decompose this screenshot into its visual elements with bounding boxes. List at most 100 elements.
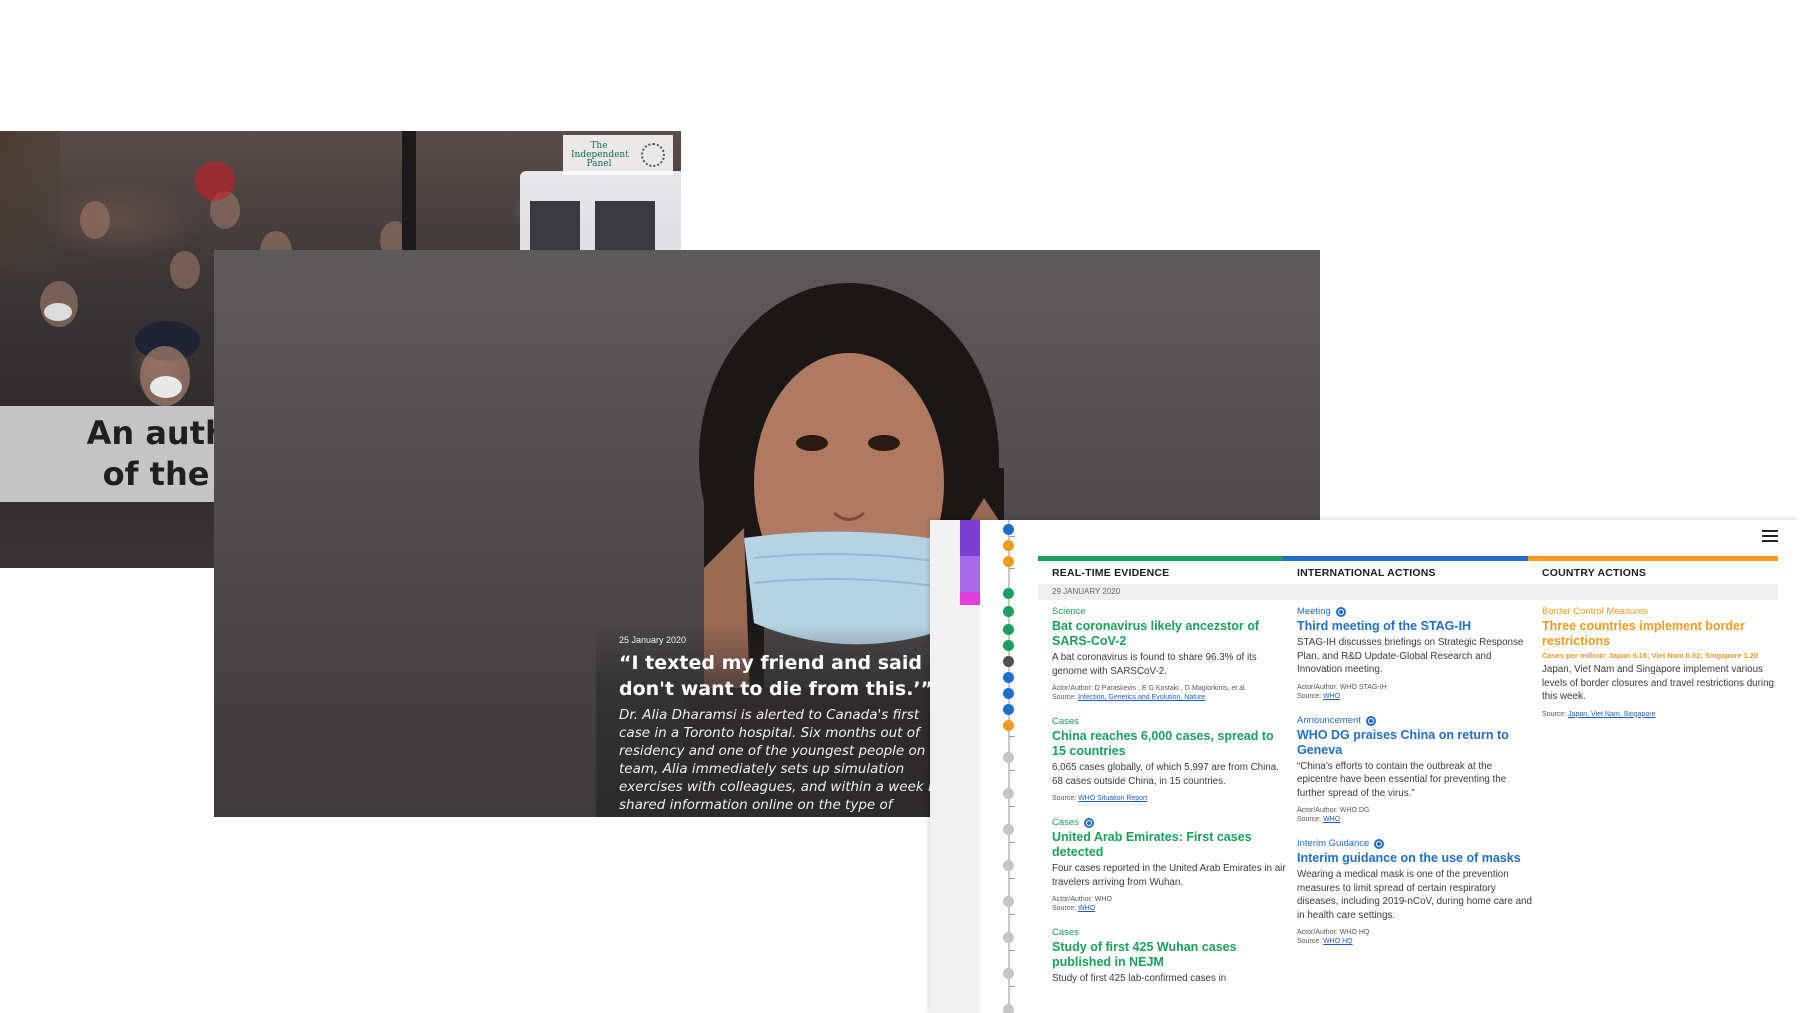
- story-date: 25 January 2020: [619, 635, 687, 645]
- timeline-date-bar: 29 JANUARY 2020: [1038, 584, 1778, 600]
- entry-source: Source: Japan, Viet Nam, Singapore: [1542, 710, 1780, 719]
- timeline-node[interactable]: [1003, 896, 1014, 907]
- entry-meta: Source: Japan, Viet Nam, Singapore: [1542, 710, 1780, 719]
- timeline-node[interactable]: [1003, 640, 1014, 651]
- entry-source-link[interactable]: Japan, Viet Nam, Singapore: [1568, 711, 1655, 718]
- country-column-bar: [1528, 556, 1778, 561]
- timeline-node[interactable]: [1003, 624, 1014, 635]
- timeline-tick: [1009, 806, 1015, 807]
- entry-category: Cases: [1052, 927, 1290, 939]
- entry-source-label: Source:: [1297, 692, 1322, 700]
- entry-title[interactable]: Third meeting of the STAG-IH: [1297, 619, 1535, 634]
- entry-title[interactable]: Interim guidance on the use of masks: [1297, 851, 1535, 866]
- entry-title[interactable]: Bat coronavirus likely ancezstor of SARS…: [1052, 619, 1290, 649]
- column-header-country: COUNTRY ACTIONS: [1542, 567, 1647, 579]
- hamburger-menu-icon[interactable]: [1762, 530, 1778, 543]
- timeline-node[interactable]: [1003, 720, 1014, 731]
- entry-source: Source: WHO HQ: [1297, 937, 1535, 946]
- who-globe-icon: [1365, 715, 1376, 726]
- timeline-node[interactable]: [1003, 704, 1014, 715]
- timeline-tick: [1009, 736, 1015, 737]
- crowd-red-shirt: [195, 161, 235, 201]
- era-swatch-purple[interactable]: [960, 520, 980, 556]
- column-header-evidence: REAL-TIME EVIDENCE: [1052, 567, 1170, 579]
- story-body: Dr. Alia Dharamsi is alerted to Canada's…: [619, 707, 954, 813]
- entry-source-link[interactable]: WHO: [1323, 693, 1340, 700]
- entry-category: Announcement: [1297, 715, 1535, 727]
- timeline-entry[interactable]: Cases China reaches 6,000 cases, spread t…: [1052, 716, 1290, 803]
- timeline-tick: [1009, 914, 1015, 915]
- evidence-column-bar: [1038, 556, 1283, 561]
- entry-meta: Source: WHO Situation Report: [1052, 794, 1290, 803]
- entry-description: STAG-IH discusses briefings on Strategic…: [1297, 637, 1524, 675]
- logo-text: The Independent Panel: [571, 140, 629, 169]
- who-globe-icon: [1335, 607, 1346, 617]
- timeline-node[interactable]: [1003, 860, 1014, 871]
- timeline-node[interactable]: [1003, 932, 1014, 943]
- timeline-tick: [1009, 950, 1015, 951]
- entry-source-label: Source:: [1052, 694, 1077, 701]
- entry-source: Source: WHO: [1297, 815, 1535, 824]
- evidence-column: Science Bat coronavirus likely ancezstor …: [1052, 606, 1290, 1000]
- era-swatch-violet[interactable]: [960, 556, 980, 592]
- timeline-entry[interactable]: Cases Study of first 425 Wuhan cases publ…: [1052, 927, 1290, 986]
- timeline-node[interactable]: [1003, 656, 1014, 667]
- timeline-node[interactable]: [1003, 524, 1014, 535]
- timeline-entry[interactable]: Meeting Third meeting of the STAG-IH STAG-…: [1297, 606, 1535, 701]
- entry-description: Four cases reported in the United Arab E…: [1052, 863, 1286, 888]
- timeline-node[interactable]: [1003, 752, 1014, 763]
- entry-note: Cases per million: Japan 0.16; Viet Nam …: [1542, 651, 1759, 660]
- entry-title[interactable]: WHO DG praises China on return to Geneva: [1297, 728, 1535, 758]
- timeline-entry[interactable]: Science Bat coronavirus likely ancezstor …: [1052, 606, 1290, 702]
- timeline-node[interactable]: [1003, 672, 1014, 683]
- timeline-tick: [1009, 568, 1015, 569]
- entry-source-link[interactable]: Infection, Genetics and Evolution, Natur…: [1078, 694, 1205, 701]
- timeline-node[interactable]: [1003, 688, 1014, 699]
- timeline-node[interactable]: [1003, 1004, 1014, 1013]
- entry-description: Japan, Viet Nam and Singapore implement …: [1542, 664, 1774, 702]
- timeline-tick: [1009, 986, 1015, 987]
- era-swatch-magenta[interactable]: [960, 592, 980, 605]
- entry-actor: Actor/Author: WHO STAG-IH: [1297, 683, 1387, 691]
- international-column-bar: [1283, 556, 1528, 561]
- timeline-tick: [1009, 878, 1015, 879]
- entry-source-link[interactable]: WHO: [1323, 816, 1340, 823]
- timeline-entry[interactable]: Border Control Measures Three countries i…: [1542, 606, 1780, 719]
- who-globe-icon: [1083, 818, 1094, 828]
- international-column: Meeting Third meeting of the STAG-IH STAG-…: [1297, 606, 1535, 960]
- timeline-entry[interactable]: Interim Guidance Interim guidance on the …: [1297, 838, 1535, 946]
- entry-source-label: Source:: [1052, 795, 1077, 802]
- timeline-node[interactable]: [1003, 788, 1014, 799]
- entry-meta: Actor/Author: WHO STAG-IH Source: WHO: [1297, 683, 1535, 701]
- entry-title[interactable]: Study of first 425 Wuhan cases published…: [1052, 940, 1290, 970]
- timeline-entry[interactable]: Cases United Arab Emirates: First cases d…: [1052, 817, 1290, 913]
- entry-source-link[interactable]: WHO: [1078, 905, 1095, 912]
- entry-description: Study of first 425 lab-confirmed cases i…: [1052, 973, 1227, 984]
- entry-actor: Actor/Author: WHO DG: [1297, 807, 1370, 814]
- entry-category-label: Border Control Measures: [1542, 606, 1649, 617]
- entry-category: Cases: [1052, 716, 1290, 728]
- entry-source-label: Source:: [1297, 938, 1322, 945]
- entry-title[interactable]: China reaches 6,000 cases, spread to 15 …: [1052, 729, 1290, 759]
- crowd-face: [80, 201, 110, 239]
- entry-title[interactable]: Three countries implement border restric…: [1542, 619, 1780, 649]
- crowd-mask: [150, 376, 182, 398]
- entry-meta: Actor/Author: WHO HQ Source: WHO HQ: [1297, 928, 1535, 946]
- entry-source-link[interactable]: WHO Situation Report: [1078, 795, 1147, 802]
- entry-title[interactable]: United Arab Emirates: First cases detect…: [1052, 830, 1290, 860]
- timeline-node[interactable]: [1003, 824, 1014, 835]
- entry-category: Interim Guidance: [1297, 838, 1535, 850]
- timeline-node[interactable]: [1003, 540, 1014, 551]
- timeline-entry[interactable]: Announcement WHO DG praises China on retu…: [1297, 715, 1535, 825]
- entry-category: Science: [1052, 606, 1290, 618]
- entry-actor: Actor/Author: D Paraskevis , E G Kostaki…: [1052, 685, 1247, 692]
- timeline-node[interactable]: [1003, 606, 1014, 617]
- timeline-node[interactable]: [1003, 588, 1014, 599]
- entry-source-link[interactable]: WHO HQ: [1323, 938, 1353, 945]
- independent-panel-logo[interactable]: The Independent Panel: [563, 135, 673, 175]
- country-column: Border Control Measures Three countries i…: [1542, 606, 1780, 733]
- timeline-node[interactable]: [1003, 556, 1014, 567]
- entry-category-label: Science: [1052, 606, 1086, 617]
- timeline-node[interactable]: [1003, 968, 1014, 979]
- entry-description: 6,065 cases globally, of which 5,997 are…: [1052, 762, 1279, 787]
